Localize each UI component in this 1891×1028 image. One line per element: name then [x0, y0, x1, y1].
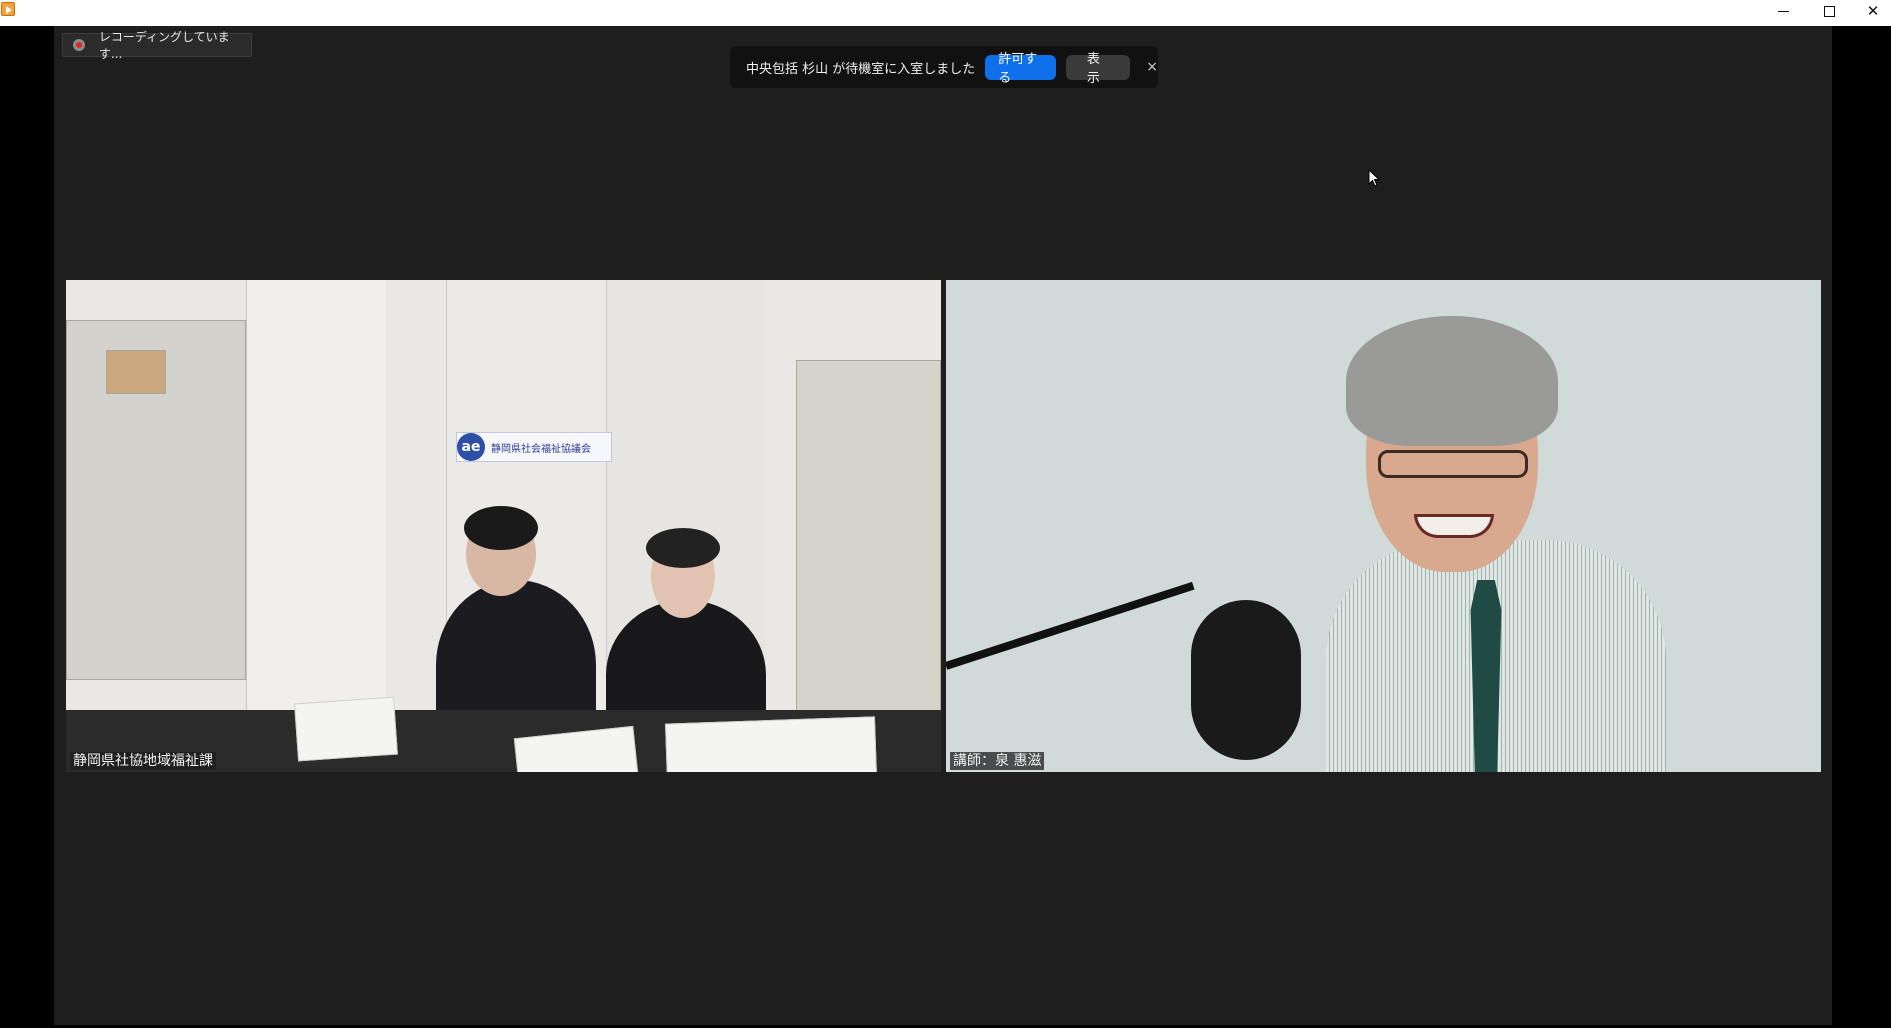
letterbox-left	[0, 26, 54, 1028]
person-left-hair	[464, 506, 538, 550]
microphone-arm	[946, 581, 1195, 670]
maximize-icon	[1823, 5, 1835, 17]
waiting-room-message: 中央包括 杉山 が待機室に入室しました	[746, 61, 976, 77]
letterbox-right	[1832, 26, 1891, 1028]
person-hair	[1346, 316, 1558, 446]
organization-logo: ae	[457, 433, 485, 461]
minimize-button[interactable]	[1760, 0, 1806, 22]
window-title-bar: ✕	[0, 0, 1891, 26]
admit-button[interactable]: 許可する	[985, 52, 1056, 86]
organization-sign-text: 静岡県社会福祉協議会	[491, 443, 591, 455]
document-stack	[294, 696, 398, 762]
app-icon	[1, 2, 15, 16]
video-tile-shizuoka[interactable]: ae 静岡県社会福祉協議会 静岡県社協地域福祉課	[66, 280, 941, 772]
maximize-button[interactable]	[1806, 0, 1852, 22]
minimize-icon	[1777, 10, 1789, 12]
view-waiting-room-button[interactable]: 表示	[1065, 52, 1131, 86]
wall-column	[246, 280, 386, 720]
close-window-button[interactable]: ✕	[1850, 0, 1891, 22]
recording-label: レコーディングしています...	[98, 30, 230, 61]
cardboard-boxes	[106, 350, 166, 394]
video-tile-lecturer[interactable]: 講師：泉 惠滋	[946, 280, 1821, 772]
recording-indicator[interactable]: レコーディングしています...	[62, 30, 252, 61]
person-right-hair	[646, 528, 720, 568]
participant-name-label: 静岡県社協地域福祉課	[70, 752, 216, 770]
organization-sign: ae 静岡県社会福祉協議会	[456, 432, 612, 462]
close-icon: ✕	[1866, 2, 1880, 20]
bookshelf	[796, 360, 941, 720]
binders	[665, 716, 877, 772]
participant-name-label: 講師：泉 惠滋	[950, 752, 1045, 770]
person-glasses	[1378, 450, 1528, 478]
person-smile	[1414, 514, 1494, 538]
recording-icon	[73, 39, 85, 51]
dismiss-notification-icon[interactable]: ×	[1146, 59, 1158, 75]
microphone-icon	[1191, 600, 1301, 760]
waiting-room-notification: 中央包括 杉山 が待機室に入室しました 許可する 表示 ×	[730, 46, 1158, 88]
